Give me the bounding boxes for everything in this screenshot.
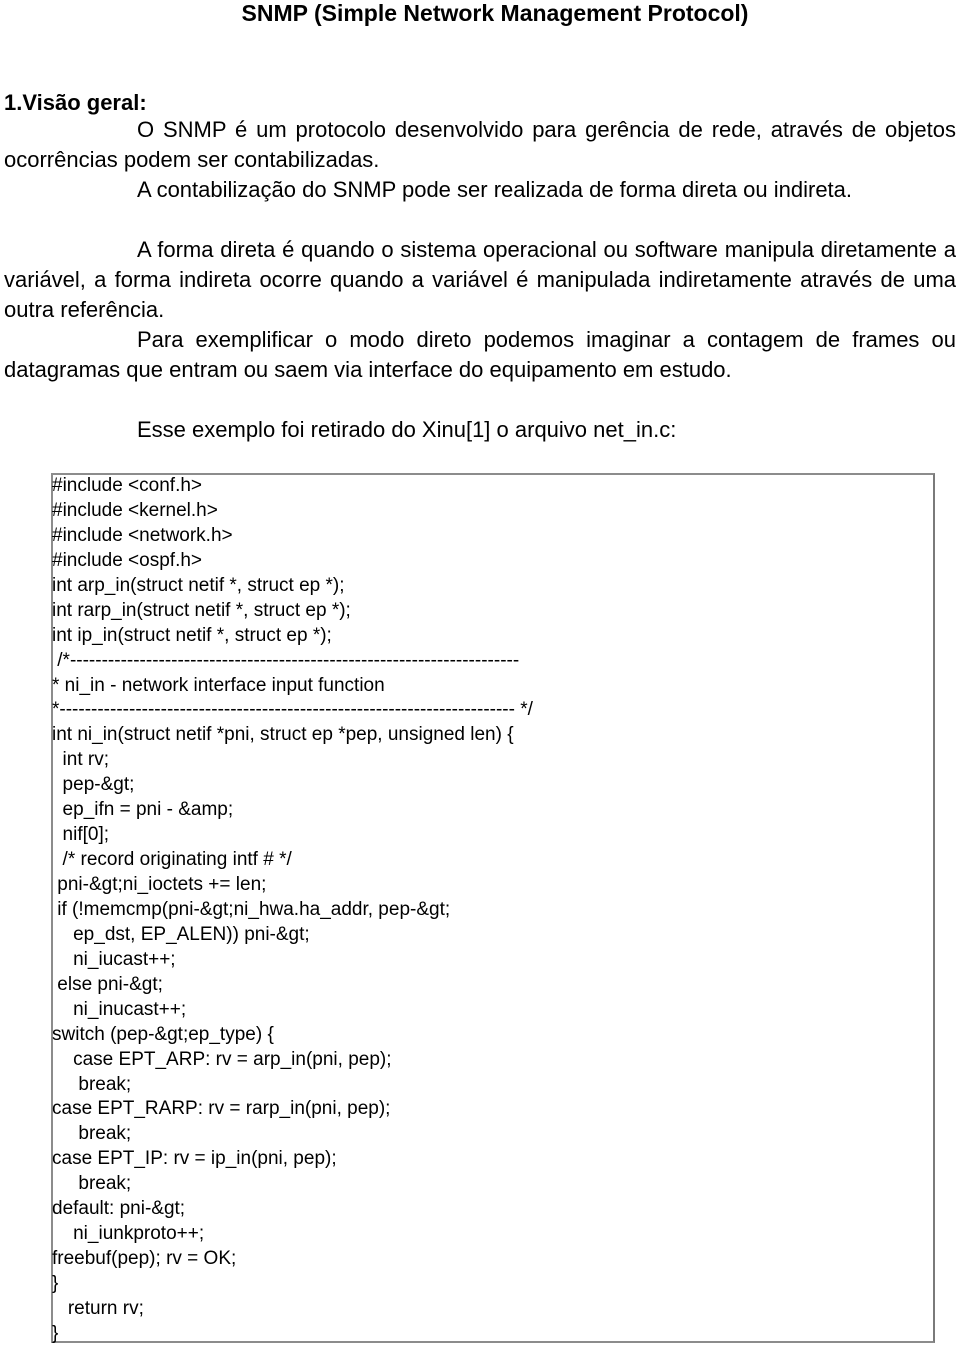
paragraph-1: O SNMP é um protocolo desenvolvido para … [4, 115, 956, 175]
paragraph-3: A forma direta é quando o sistema operac… [4, 235, 956, 325]
paragraph-1-text: O SNMP é um protocolo desenvolvido para … [4, 117, 956, 172]
code-line: } [52, 1273, 59, 1294]
code-line: default: pni-&gt; [52, 1198, 186, 1220]
code-line: ni_inucast++; [52, 998, 187, 1020]
paragraph-5: Esse exemplo foi retirado do Xinu[1] o a… [4, 415, 956, 445]
code-line: ni_iunkproto++; [52, 1223, 205, 1245]
code-line: break; [52, 1123, 132, 1145]
code-line: case EPT_IP: rv = ip_in(pni, pep); [52, 1148, 337, 1170]
code-line: if (!memcmp(pni-&gt;ni_hwa.ha_addr, pep-… [52, 898, 451, 920]
code-line: break; [52, 1073, 132, 1095]
code-line: /* record originating intf # */ [52, 849, 292, 871]
code-line: pni-&gt;ni_ioctets += len; [52, 874, 267, 895]
code-listing: #include <conf.h> #include <kernel.h> #inc… [52, 474, 533, 1347]
code-line: break; [52, 1173, 132, 1195]
code-line: * ni_in - network interface input functi… [52, 674, 385, 696]
document-title: SNMP (Simple Network Management Protocol… [241, 0, 749, 26]
code-line: case EPT_RARP: rv = rarp_in(pni, pep); [52, 1098, 391, 1120]
code-line: switch (pep-&gt;ep_type) { [52, 1023, 274, 1045]
code-line: int arp_in(struct netif *, struct ep *); [52, 574, 345, 596]
paragraph-4: Para exemplificar o modo direto podemos … [4, 325, 956, 385]
code-line: /*--------------------------------------… [52, 649, 520, 671]
code-line: #include <network.h> [52, 524, 233, 546]
code-line: case EPT_ARP: rv = arp_in(pni, pep); [52, 1048, 392, 1070]
code-line: ni_iucast++; [52, 948, 176, 970]
paragraph-2-text: A contabilização do SNMP pode ser realiz… [137, 177, 853, 202]
paragraph-3-text: A forma direta é quando o sistema operac… [4, 237, 956, 322]
paragraph-4-text: Para exemplificar o modo direto podemos … [4, 327, 956, 382]
section-heading: 1.Visão geral: [4, 90, 147, 115]
code-line: else pni-&gt; [52, 973, 163, 995]
code-line: int ni_in(struct netif *pni, struct ep *… [52, 724, 514, 746]
code-line: freebuf(pep); rv = OK; [52, 1248, 237, 1270]
code-line: int rv; [52, 749, 110, 771]
code-line: #include <conf.h> [52, 475, 203, 496]
code-line: nif[0]; [52, 824, 110, 846]
code-line: int rarp_in(struct netif *, struct ep *)… [52, 599, 351, 621]
code-line: *---------------------------------------… [52, 699, 533, 721]
code-line: #include <ospf.h> [52, 549, 203, 571]
code-line: return rv; [52, 1297, 144, 1319]
code-line: pep-&gt; [52, 774, 135, 796]
paragraph-2: A contabilização do SNMP pode ser realiz… [4, 175, 956, 205]
code-line: } [52, 1322, 59, 1344]
code-line: ep_dst, EP_ALEN)) pni-&gt; [52, 923, 310, 945]
paragraph-5-text: Esse exemplo foi retirado do Xinu[1] o a… [137, 417, 677, 442]
code-line: #include <kernel.h> [52, 499, 218, 521]
code-line: int ip_in(struct netif *, struct ep *); [52, 624, 332, 646]
code-line: ep_ifn = pni - &amp; [52, 799, 234, 821]
